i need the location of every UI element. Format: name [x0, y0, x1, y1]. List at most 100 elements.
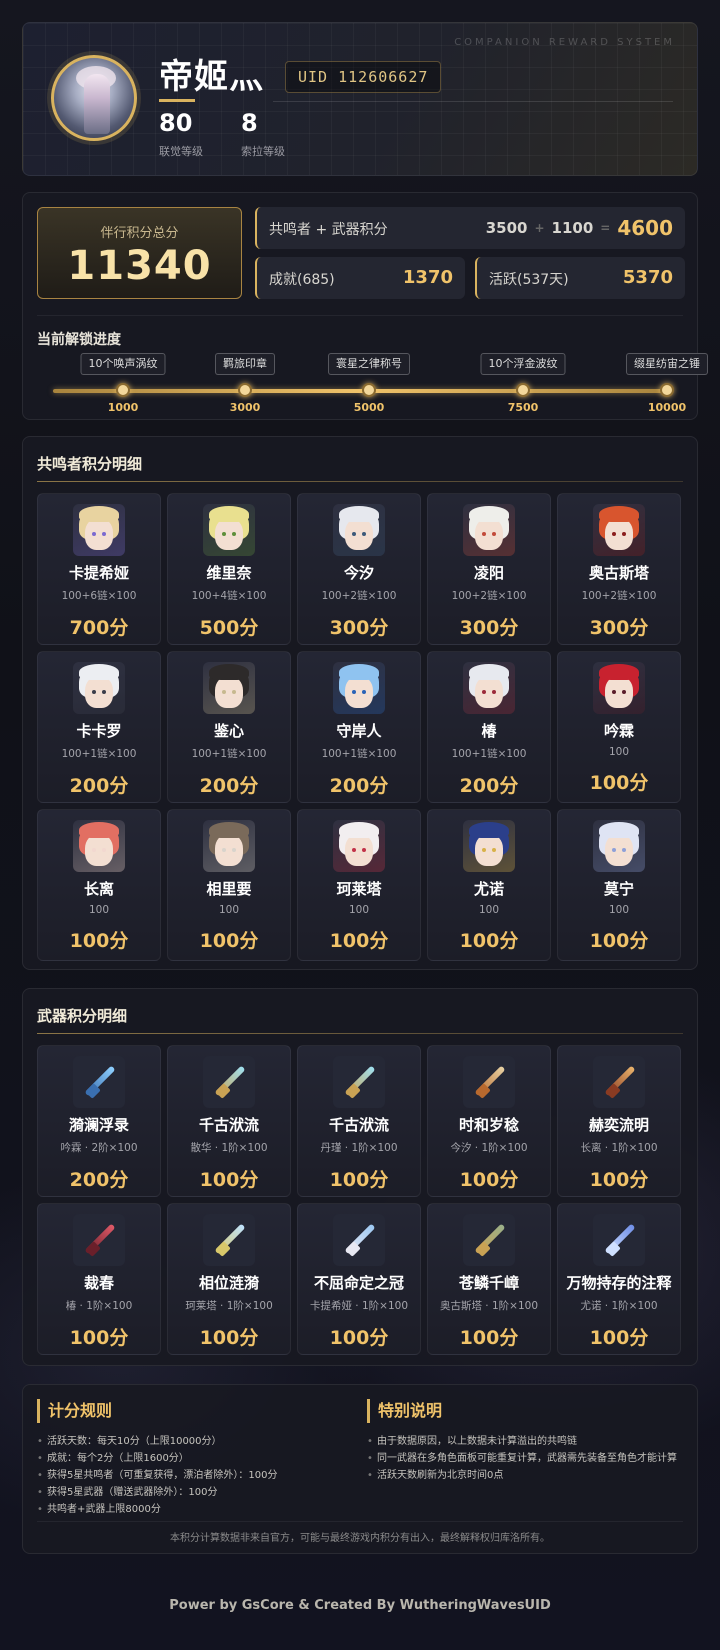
portrait-eye: [352, 848, 356, 852]
portrait-face: [215, 834, 243, 866]
resonator-score: 700分: [69, 617, 129, 639]
resonator-portrait-icon: [463, 662, 515, 714]
portrait-eye: [352, 532, 356, 536]
resonator-card[interactable]: 鉴心 100+1链×100 200分: [167, 651, 291, 803]
player-avatar[interactable]: [51, 55, 137, 141]
resonator-card[interactable]: 守岸人 100+1链×100 200分: [297, 651, 421, 803]
resonator-name: 吟霖: [603, 722, 634, 740]
resonator-card[interactable]: 尤诺 100 100分: [427, 809, 551, 961]
resonator-detail: 100+1链×100: [61, 748, 137, 760]
uid-badge: UID 112606627: [285, 61, 442, 93]
portrait-fringe: [339, 506, 379, 522]
header-divider: [273, 101, 673, 102]
portrait-face: [345, 676, 373, 708]
milestone-dot: [516, 383, 530, 397]
resonator-section-title: 共鸣者积分明细: [37, 455, 143, 473]
resonator-detail: 100+6链×100: [61, 590, 137, 602]
portrait-fringe: [599, 664, 639, 680]
resonator-card[interactable]: 长离 100 100分: [37, 809, 161, 961]
resonator-portrait-icon: [593, 820, 645, 872]
portrait-eye: [102, 848, 106, 852]
resonator-name: 守岸人: [336, 722, 382, 740]
portrait-fringe: [209, 506, 249, 522]
weapon-score: 100分: [69, 1327, 129, 1349]
weapon-icon: [333, 1214, 385, 1266]
rules-panel: 计分规则 活跃天数：每天10分（上限10000分）成就：每个2分（上限1600分…: [22, 1384, 698, 1554]
weapon-card[interactable]: 时和岁稔 今汐 · 1阶×100 100分: [427, 1045, 551, 1197]
weapon-card[interactable]: 万物持存的注释 尤诺 · 1阶×100 100分: [557, 1203, 681, 1355]
resonator-portrait-icon: [203, 662, 255, 714]
rule-item: 获得5星武器（赠送武器除外）：100分: [37, 1484, 337, 1501]
portrait-eye: [612, 532, 616, 536]
portrait-eye: [232, 848, 236, 852]
portrait-eye: [492, 532, 496, 536]
portrait-fringe: [79, 506, 119, 522]
progress-title: 当前解锁进度: [37, 332, 121, 348]
milestone-reward: 寰星之律称号: [328, 353, 410, 375]
resonator-portrait-icon: [203, 820, 255, 872]
resonator-card[interactable]: 莫宁 100 100分: [557, 809, 681, 961]
milestone-dot: [362, 383, 376, 397]
resonator-detail: 100+2链×100: [581, 590, 657, 602]
resonator-card[interactable]: 卡提希娅 100+6链×100 700分: [37, 493, 161, 645]
resonator-name: 莫宁: [603, 880, 634, 898]
weapon-card[interactable]: 不屈命定之冠 卡提希娅 · 1阶×100 100分: [297, 1203, 421, 1355]
weapon-detail: 珂莱塔 · 1阶×100: [185, 1300, 273, 1312]
resonator-card[interactable]: 奥古斯塔 100+2链×100 300分: [557, 493, 681, 645]
rule-item: 共鸣者+武器上限8000分: [37, 1501, 337, 1518]
stat-union-level: 80 联觉等级: [159, 109, 203, 159]
scoring-rules-list: 活跃天数：每天10分（上限10000分）成就：每个2分（上限1600分）获得5星…: [37, 1433, 337, 1518]
weapon-section-title: 武器积分明细: [37, 1007, 128, 1025]
portrait-eye: [612, 848, 616, 852]
resonator-card[interactable]: 今汐 100+2链×100 300分: [297, 493, 421, 645]
resonator-score: 100分: [589, 772, 649, 794]
portrait-fringe: [469, 506, 509, 522]
portrait-eye: [232, 532, 236, 536]
weapon-score: 100分: [589, 1169, 649, 1191]
weapon-name: 时和岁稔: [458, 1116, 519, 1134]
resonator-name: 奥古斯塔: [588, 564, 649, 582]
weapon-card[interactable]: 千古洑流 丹瑾 · 1阶×100 100分: [297, 1045, 421, 1197]
resonator-score: 100分: [199, 930, 259, 952]
weapon-score: 100分: [459, 1169, 519, 1191]
portrait-eye: [482, 848, 486, 852]
milestone-value: 10000: [647, 401, 687, 414]
resonator-card[interactable]: 卡卡罗 100+1链×100 200分: [37, 651, 161, 803]
resonator-card[interactable]: 维里奈 100+4链×100 500分: [167, 493, 291, 645]
resonator-portrait-icon: [463, 820, 515, 872]
resonator-portrait-icon: [593, 662, 645, 714]
scoring-rules-title: 计分规则: [37, 1399, 337, 1423]
resonator-card[interactable]: 凌阳 100+2链×100 300分: [427, 493, 551, 645]
resonator-card[interactable]: 珂莱塔 100 100分: [297, 809, 421, 961]
weapon-card[interactable]: 漪澜浮录 吟霖 · 2阶×100 200分: [37, 1045, 161, 1197]
portrait-fringe: [599, 822, 639, 838]
portrait-face: [215, 518, 243, 550]
portrait-face: [475, 834, 503, 866]
resonator-name: 卡卡罗: [76, 722, 122, 740]
resonator-weapon-box: 共鸣者 + 武器积分 3500 + 1100 = 4600: [255, 207, 685, 249]
weapon-card[interactable]: 裁春椿 · 1阶×100 100分: [37, 1203, 161, 1355]
stat-value: 80: [159, 109, 193, 137]
rule-item: 获得5星共鸣者（可重复获得，漂泊者除外）：100分: [37, 1467, 337, 1484]
resonator-portrait-icon: [73, 504, 125, 556]
weapon-points: 1100: [551, 219, 594, 237]
weapon-score: 100分: [199, 1169, 259, 1191]
resonator-score: 300分: [589, 617, 649, 639]
resonator-portrait-icon: [593, 504, 645, 556]
stat-sola-level: 8 索拉等级: [241, 109, 285, 159]
section-title-line: [37, 481, 683, 482]
section-title-line: [37, 1033, 683, 1034]
resonator-card[interactable]: 吟霖 100 100分: [557, 651, 681, 803]
portrait-eye: [232, 690, 236, 694]
portrait-eye: [362, 532, 366, 536]
resonator-card[interactable]: 椿 100+1链×100 200分: [427, 651, 551, 803]
resonator-section: 共鸣者积分明细 卡提希娅 100+6链×100 700分 维里奈 100+4链×100 5…: [22, 436, 698, 970]
resonator-card[interactable]: 相里要 100 100分: [167, 809, 291, 961]
weapon-icon: [593, 1214, 645, 1266]
weapon-card[interactable]: 千古洑流 散华 · 1阶×100 100分: [167, 1045, 291, 1197]
weapon-detail: 散华 · 1阶×100: [190, 1142, 268, 1154]
weapon-card[interactable]: 相位涟漪 珂莱塔 · 1阶×100 100分: [167, 1203, 291, 1355]
weapon-card[interactable]: 苍鳞千嶂 奥古斯塔 · 1阶×100 100分: [427, 1203, 551, 1355]
resonator-name: 卡提希娅: [68, 564, 129, 582]
weapon-card[interactable]: 赫奕流明 长离 · 1阶×100 100分: [557, 1045, 681, 1197]
